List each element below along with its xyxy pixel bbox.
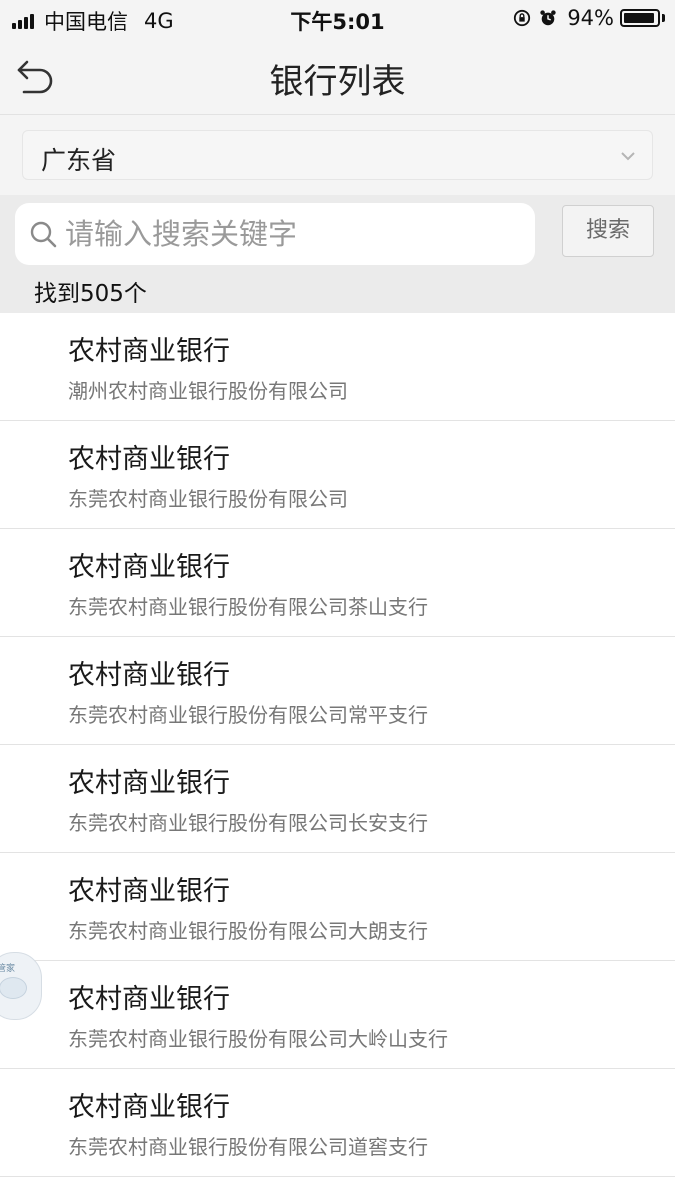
nav-bar: 银行列表 [0, 36, 675, 115]
assistant-face-icon [0, 977, 27, 999]
bank-name: 农村商业银行 [68, 552, 230, 583]
bank-name: 农村商业银行 [68, 660, 230, 691]
list-item[interactable]: 农村商业银行 东莞农村商业银行股份有限公司大岭山支行 [0, 961, 675, 1069]
battery-level-fill [624, 13, 655, 23]
list-item[interactable]: 农村商业银行 东莞农村商业银行股份有限公司大朗支行 [0, 853, 675, 961]
result-count: 找到505个 [0, 273, 675, 313]
list-item[interactable]: 农村商业银行 东莞农村商业银行股份有限公司长安支行 [0, 745, 675, 853]
status-bar: 中国电信 4G 下午5:01 94% [0, 0, 675, 36]
bank-name: 农村商业银行 [68, 768, 230, 799]
bank-name: 农村商业银行 [68, 444, 230, 475]
province-select-value: 广东省 [41, 146, 117, 175]
chevron-down-icon [621, 152, 635, 161]
province-section: 广东省 [0, 115, 675, 195]
search-box[interactable] [15, 203, 535, 265]
search-icon [30, 221, 57, 248]
list-item[interactable]: 农村商业银行 东莞农村商业银行股份有限公司道窖支行 [0, 1069, 675, 1177]
list-item[interactable]: 农村商业银行 东莞农村商业银行股份有限公司茶山支行 [0, 529, 675, 637]
bank-full-name: 东莞农村商业银行股份有限公司大朗支行 [68, 919, 428, 943]
bank-full-name: 东莞农村商业银行股份有限公司茶山支行 [68, 595, 428, 619]
bank-full-name: 东莞农村商业银行股份有限公司 [68, 487, 348, 511]
list-item[interactable]: 农村商业银行 东莞农村商业银行股份有限公司常平支行 [0, 637, 675, 745]
bank-full-name: 东莞农村商业银行股份有限公司道窖支行 [68, 1135, 428, 1159]
province-select[interactable]: 广东省 [22, 130, 653, 180]
bank-name: 农村商业银行 [68, 984, 230, 1015]
status-right: 94% [505, 6, 665, 30]
battery-percent: 94% [567, 6, 614, 30]
bank-list: 农村商业银行 潮州农村商业银行股份有限公司 农村商业银行 东莞农村商业银行股份有… [0, 313, 675, 1177]
rotation-lock-icon [514, 9, 531, 27]
floating-assistant-button[interactable]: 管家 [0, 952, 42, 1020]
search-input[interactable] [65, 211, 525, 257]
list-item[interactable]: 农村商业银行 潮州农村商业银行股份有限公司 [0, 313, 675, 421]
search-row: 搜索 [0, 195, 675, 273]
bank-name: 农村商业银行 [68, 1092, 230, 1123]
bank-full-name: 东莞农村商业银行股份有限公司长安支行 [68, 811, 428, 835]
list-item[interactable]: 农村商业银行 东莞农村商业银行股份有限公司 [0, 421, 675, 529]
alarm-icon [540, 10, 556, 26]
bank-full-name: 东莞农村商业银行股份有限公司大岭山支行 [68, 1027, 448, 1051]
page-title: 银行列表 [269, 62, 406, 102]
bank-full-name: 潮州农村商业银行股份有限公司 [68, 379, 348, 403]
top-area: 中国电信 4G 下午5:01 94% 银行列表 [0, 0, 675, 115]
search-button[interactable]: 搜索 [562, 205, 654, 257]
floating-assistant-label: 管家 [0, 964, 16, 974]
battery-cap [662, 14, 665, 22]
bank-full-name: 东莞农村商业银行股份有限公司常平支行 [68, 703, 428, 727]
bank-name: 农村商业银行 [68, 336, 230, 367]
bank-name: 农村商业银行 [68, 876, 230, 907]
battery-icon [620, 9, 660, 27]
